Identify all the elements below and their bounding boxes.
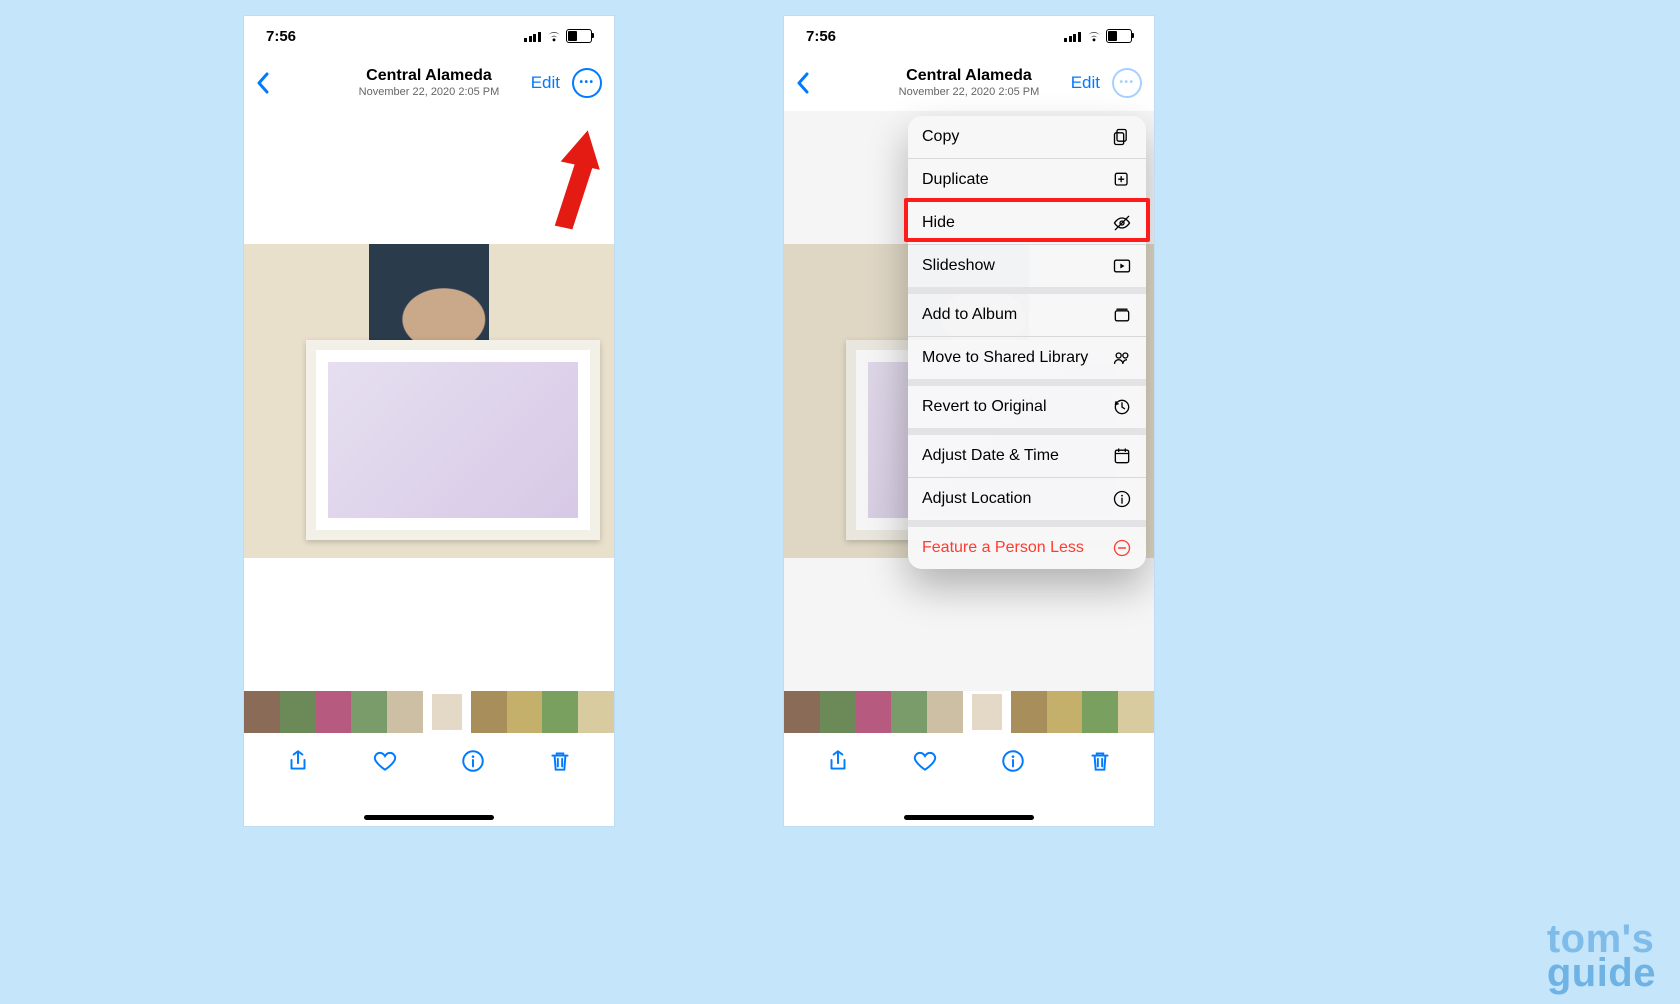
- thumbnail[interactable]: [542, 691, 578, 733]
- menu-item-move-to-shared-library[interactable]: Move to Shared Library: [908, 337, 1146, 379]
- info-icon[interactable]: [1000, 748, 1026, 774]
- copy-icon: [1112, 127, 1132, 147]
- menu-item-label: Slideshow: [922, 257, 995, 275]
- thumbnail-strip[interactable]: [784, 691, 1154, 733]
- navbar-title-group: Central Alameda November 22, 2020 2:05 P…: [876, 67, 1062, 98]
- menu-item-label: Feature a Person Less: [922, 539, 1084, 557]
- thumbnail[interactable]: [351, 691, 387, 733]
- thumbnail[interactable]: [856, 691, 892, 733]
- home-indicator[interactable]: [364, 815, 494, 820]
- thumbnail[interactable]: [891, 691, 927, 733]
- trash-icon[interactable]: [1087, 748, 1113, 774]
- calendar-icon: [1112, 446, 1132, 466]
- menu-item-adjust-date-time[interactable]: Adjust Date & Time: [908, 435, 1146, 477]
- menu-item-duplicate[interactable]: Duplicate: [908, 159, 1146, 201]
- navbar-title-group: Central Alameda November 22, 2020 2:05 P…: [336, 67, 522, 98]
- photo: [244, 244, 614, 558]
- menu-item-label: Add to Album: [922, 306, 1017, 324]
- more-options-button-active[interactable]: •••: [1112, 68, 1142, 98]
- menu-item-revert-to-original[interactable]: Revert to Original: [908, 386, 1146, 428]
- menu-item-label: Revert to Original: [922, 398, 1047, 416]
- back-chevron-icon[interactable]: [256, 72, 270, 94]
- edit-button[interactable]: Edit: [531, 73, 560, 93]
- photo-context-menu: Copy Duplicate Hide Slideshow Add to Album Mo…: [908, 116, 1146, 569]
- thumbnail[interactable]: [820, 691, 856, 733]
- edit-button[interactable]: Edit: [1071, 73, 1100, 93]
- eye-slash-icon: [1112, 213, 1132, 233]
- status-time: 7:56: [806, 28, 836, 45]
- cellular-icon: [1064, 30, 1082, 42]
- people-icon: [1112, 348, 1132, 368]
- home-indicator[interactable]: [904, 815, 1034, 820]
- thumbnail[interactable]: [1047, 691, 1083, 733]
- revert-icon: [1112, 397, 1132, 417]
- battery-icon: [566, 29, 592, 43]
- status-indicators: [1064, 29, 1132, 43]
- menu-item-adjust-location[interactable]: Adjust Location: [908, 478, 1146, 520]
- favorite-heart-icon[interactable]: [372, 748, 398, 774]
- menu-item-copy[interactable]: Copy: [908, 116, 1146, 158]
- wifi-icon: [1086, 29, 1102, 43]
- navbar-title: Central Alameda: [336, 67, 522, 85]
- favorite-heart-icon[interactable]: [912, 748, 938, 774]
- duplicate-icon: [1112, 170, 1132, 190]
- thumbnail[interactable]: [784, 691, 820, 733]
- status-indicators: [524, 29, 592, 43]
- navbar-subtitle: November 22, 2020 2:05 PM: [336, 86, 522, 99]
- menu-item-slideshow[interactable]: Slideshow: [908, 245, 1146, 287]
- menu-item-label: Adjust Date & Time: [922, 447, 1059, 465]
- menu-item-label: Adjust Location: [922, 490, 1031, 508]
- status-bar: 7:56: [244, 16, 614, 56]
- phone-screenshot-step2: 7:56 Central Alameda November 22, 2020 2…: [784, 16, 1154, 826]
- info-icon[interactable]: [460, 748, 486, 774]
- menu-item-feature-a-person-less[interactable]: Feature a Person Less: [908, 527, 1146, 569]
- thumbnail[interactable]: [1118, 691, 1154, 733]
- trash-icon[interactable]: [547, 748, 573, 774]
- navbar-title: Central Alameda: [876, 67, 1062, 85]
- wifi-icon: [546, 29, 562, 43]
- minus-circle-icon: [1112, 538, 1132, 558]
- menu-item-label: Move to Shared Library: [922, 349, 1088, 367]
- share-icon[interactable]: [825, 748, 851, 774]
- thumbnail[interactable]: [578, 691, 614, 733]
- info-icon: [1112, 489, 1132, 509]
- photo-framed-artwork: [306, 340, 600, 540]
- thumbnail[interactable]: [280, 691, 316, 733]
- thumbnail-selected[interactable]: [429, 691, 465, 733]
- photo-detail-navbar: Central Alameda November 22, 2020 2:05 P…: [244, 56, 614, 111]
- menu-item-hide[interactable]: Hide: [908, 202, 1146, 244]
- thumbnail-strip[interactable]: [244, 691, 614, 733]
- phone-screenshot-step1: 7:56 Central Alameda November 22, 2020 2…: [244, 16, 614, 826]
- menu-item-label: Copy: [922, 128, 959, 146]
- cellular-icon: [524, 30, 542, 42]
- status-time: 7:56: [266, 28, 296, 45]
- navbar-subtitle: November 22, 2020 2:05 PM: [876, 86, 1062, 99]
- photo-viewport[interactable]: [244, 111, 614, 691]
- status-bar: 7:56: [784, 16, 1154, 56]
- photo-detail-navbar: Central Alameda November 22, 2020 2:05 P…: [784, 56, 1154, 111]
- thumbnail[interactable]: [1082, 691, 1118, 733]
- bottom-toolbar: [244, 733, 614, 789]
- thumbnail[interactable]: [471, 691, 507, 733]
- thumbnail[interactable]: [244, 691, 280, 733]
- album-icon: [1112, 305, 1132, 325]
- thumbnail-selected[interactable]: [969, 691, 1005, 733]
- battery-icon: [1106, 29, 1132, 43]
- menu-item-label: Duplicate: [922, 171, 989, 189]
- thumbnail[interactable]: [316, 691, 352, 733]
- thumbnail[interactable]: [387, 691, 423, 733]
- thumbnail[interactable]: [1011, 691, 1047, 733]
- thumbnail[interactable]: [927, 691, 963, 733]
- play-rect-icon: [1112, 256, 1132, 276]
- more-options-button[interactable]: •••: [572, 68, 602, 98]
- back-chevron-icon[interactable]: [796, 72, 810, 94]
- share-icon[interactable]: [285, 748, 311, 774]
- menu-item-label: Hide: [922, 214, 955, 232]
- menu-item-add-to-album[interactable]: Add to Album: [908, 294, 1146, 336]
- watermark-logo: tom's guide: [1547, 922, 1656, 990]
- bottom-toolbar: [784, 733, 1154, 789]
- thumbnail[interactable]: [507, 691, 543, 733]
